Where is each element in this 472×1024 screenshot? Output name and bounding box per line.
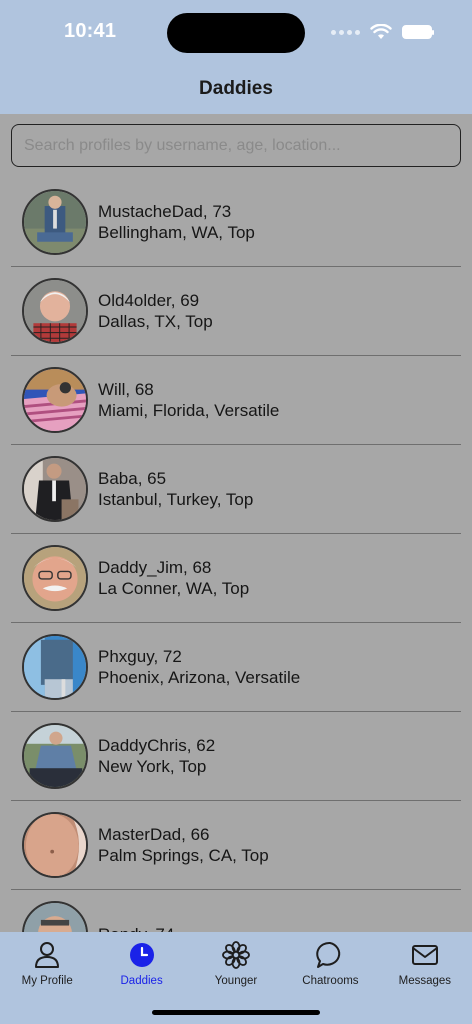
profile-location-role: Phoenix, Arizona, Versatile [98,668,301,687]
avatar [22,545,88,611]
profile-info: Phxguy, 72 Phoenix, Arizona, Versatile [98,646,300,688]
avatar [22,367,88,433]
profile-info: Baba, 65 Istanbul, Turkey, Top [98,468,253,510]
tab-bar: My Profile Daddies Younger Chatrooms Mes… [0,932,472,1024]
clock-icon [127,940,157,970]
profile-name-age: MustacheDad, 73 [98,202,232,221]
signal-icon [331,29,360,35]
page-title: Daddies [199,78,273,99]
tab-label: Younger [214,975,258,987]
profile-row[interactable]: Randy, 74 [11,890,461,934]
profile-location-role: Bellingham, WA, Top [98,223,255,242]
profile-list[interactable]: MustacheDad, 73 Bellingham, WA, Top Old4… [0,178,472,934]
profile-name-age: Phxguy, 72 [98,647,182,666]
wifi-icon [370,24,392,39]
tab-daddies[interactable]: Daddies [94,938,188,1000]
avatar [22,456,88,522]
tab-label: Daddies [120,975,163,987]
profile-row[interactable]: Daddy_Jim, 68 La Conner, WA, Top [11,534,461,623]
profile-row[interactable]: DaddyChris, 62 New York, Top [11,712,461,801]
tab-messages[interactable]: Messages [378,938,472,1000]
battery-icon [402,25,434,39]
avatar [22,189,88,255]
profile-info: Will, 68 Miami, Florida, Versatile [98,379,279,421]
avatar [22,634,88,700]
search-input[interactable] [11,124,461,167]
tab-label: Chatrooms [302,975,359,987]
profile-location-role: Istanbul, Turkey, Top [98,490,254,509]
person-icon [32,940,62,970]
profile-name-age: DaddyChris, 62 [98,736,216,755]
envelope-icon [410,940,440,970]
avatar [22,812,88,878]
search-container [11,124,461,167]
app-screen: 10:41 Daddies MustacheDad, 73 Bellingham… [0,0,472,1024]
profile-info: MasterDad, 66 Palm Springs, CA, Top [98,824,269,866]
profile-row[interactable]: Baba, 65 Istanbul, Turkey, Top [11,445,461,534]
profile-location-role: Miami, Florida, Versatile [98,401,280,420]
tab-label: My Profile [21,975,73,987]
profile-row[interactable]: MasterDad, 66 Palm Springs, CA, Top [11,801,461,890]
flower-icon [221,940,251,970]
profile-name-age: Baba, 65 [98,469,167,488]
avatar [22,901,88,934]
profile-location-role: Palm Springs, CA, Top [98,846,269,865]
tab-my-profile[interactable]: My Profile [0,938,94,1000]
home-indicator [152,1010,320,1015]
header: 10:41 Daddies [0,0,472,114]
profile-name-age: MasterDad, 66 [98,825,210,844]
profile-info: DaddyChris, 62 New York, Top [98,735,215,777]
profile-info: MustacheDad, 73 Bellingham, WA, Top [98,201,255,243]
profile-row[interactable]: Phxguy, 72 Phoenix, Arizona, Versatile [11,623,461,712]
avatar [22,278,88,344]
profile-location-role: New York, Top [98,757,207,776]
profile-row[interactable]: MustacheDad, 73 Bellingham, WA, Top [11,178,461,267]
chat-bubble-icon [315,940,345,970]
profile-row[interactable]: Will, 68 Miami, Florida, Versatile [11,356,461,445]
profile-info: Daddy_Jim, 68 La Conner, WA, Top [98,557,249,599]
profile-name-age: Daddy_Jim, 68 [98,558,212,577]
profile-info: Old4older, 69 Dallas, TX, Top [98,290,213,332]
status-icons [331,24,434,40]
profile-name-age: Old4older, 69 [98,291,200,310]
dynamic-island [167,13,305,53]
avatar [22,723,88,789]
profile-location-role: Dallas, TX, Top [98,312,213,331]
profile-location-role: La Conner, WA, Top [98,579,250,598]
tab-younger[interactable]: Younger [189,938,283,1000]
status-time: 10:41 [64,20,117,42]
profile-row[interactable]: Old4older, 69 Dallas, TX, Top [11,267,461,356]
tab-chatrooms[interactable]: Chatrooms [283,938,377,1000]
tab-label: Messages [398,975,452,987]
profile-name-age: Will, 68 [98,380,154,399]
